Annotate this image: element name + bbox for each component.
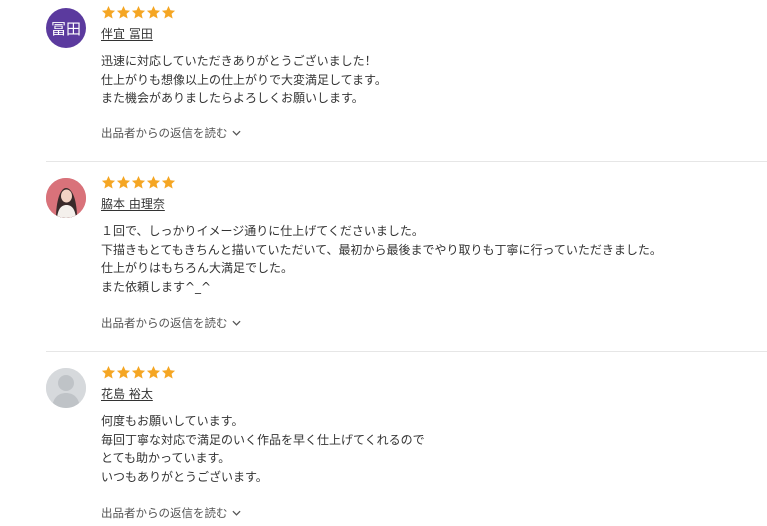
comment-line: いつもありがとうございます。: [101, 469, 268, 484]
star-rating: [101, 365, 176, 380]
default-user-icon: [46, 368, 86, 408]
comment-line: また依頼します^_^: [101, 279, 212, 294]
comment-line: 仕上がりも想像以上の仕上がりで大変満足してます。: [101, 72, 387, 87]
star-icon: [131, 175, 146, 189]
review-item: 花島 裕太 何度もお願いしています。 毎回丁寧な対応で満足のいく作品を早く仕上げ…: [0, 365, 767, 526]
reply-toggle-label: 出品者からの返信を読む: [101, 506, 228, 520]
chevron-down-icon: [231, 320, 241, 326]
star-icon: [131, 5, 146, 19]
star-icon: [116, 5, 131, 19]
comment-line: 迅速に対応していただきありがとうございました！: [101, 54, 377, 68]
user-photo-icon: [46, 178, 86, 218]
divider: [46, 161, 767, 162]
reply-toggle-label: 出品者からの返信を読む: [101, 126, 228, 140]
star-icon: [146, 365, 161, 379]
avatar[interactable]: [46, 368, 86, 408]
star-icon: [101, 175, 116, 189]
star-rating: [101, 5, 176, 20]
avatar-initials: 冨田: [50, 19, 81, 38]
read-seller-reply-button[interactable]: 出品者からの返信を読む: [101, 505, 241, 521]
comment-line: とても助かっています。: [101, 451, 231, 465]
review-item: 冨田 伴宜 冨田 迅速に対応していただきありがとうございました！ 仕上がりも想像…: [0, 5, 767, 158]
comment-line: 下描きもとてもきちんと描いていただいて、最初から最後までやり取りも丁寧に行ってい…: [101, 242, 662, 257]
star-icon: [131, 365, 146, 379]
reviewer-name-link[interactable]: 花島 裕太: [101, 385, 153, 402]
reviewer-name-link[interactable]: 伴宜 冨田: [101, 25, 153, 42]
chevron-down-icon: [231, 130, 241, 136]
star-icon: [101, 365, 116, 379]
read-seller-reply-button[interactable]: 出品者からの返信を読む: [101, 315, 241, 331]
chevron-down-icon: [231, 510, 241, 516]
comment-line: 何度もお願いしています。: [101, 414, 244, 428]
review-comment: 何度もお願いしています。 毎回丁寧な対応で満足のいく作品を早く仕上げてくれるので…: [101, 412, 425, 486]
star-icon: [116, 175, 131, 189]
comment-line: １回で、しっかりイメージ通りに仕上げてくださいました。: [101, 224, 424, 238]
star-icon: [161, 175, 176, 189]
comment-line: 仕上がりはもちろん大満足でした。: [101, 261, 294, 275]
review-comment: 迅速に対応していただきありがとうございました！ 仕上がりも想像以上の仕上がりで大…: [101, 52, 387, 108]
review-comment: １回で、しっかりイメージ通りに仕上げてくださいました。 下描きもとてもきちんと描…: [101, 222, 662, 296]
comment-line: また機会がありましたらよろしくお願いします。: [101, 91, 364, 105]
comment-line: 毎回丁寧な対応で満足のいく作品を早く仕上げてくれるので: [101, 432, 425, 447]
divider: [46, 351, 767, 352]
star-icon: [161, 365, 176, 379]
star-rating: [101, 175, 176, 190]
avatar[interactable]: [46, 178, 86, 218]
star-icon: [101, 5, 116, 19]
star-icon: [161, 5, 176, 19]
reviewer-name-link[interactable]: 脇本 由理奈: [101, 195, 165, 212]
star-icon: [116, 365, 131, 379]
reply-toggle-label: 出品者からの返信を読む: [101, 316, 228, 330]
review-item: 脇本 由理奈 １回で、しっかりイメージ通りに仕上げてくださいました。 下描きもと…: [0, 175, 767, 331]
star-icon: [146, 175, 161, 189]
star-icon: [146, 5, 161, 19]
avatar[interactable]: 冨田: [46, 8, 86, 48]
read-seller-reply-button[interactable]: 出品者からの返信を読む: [101, 125, 241, 141]
